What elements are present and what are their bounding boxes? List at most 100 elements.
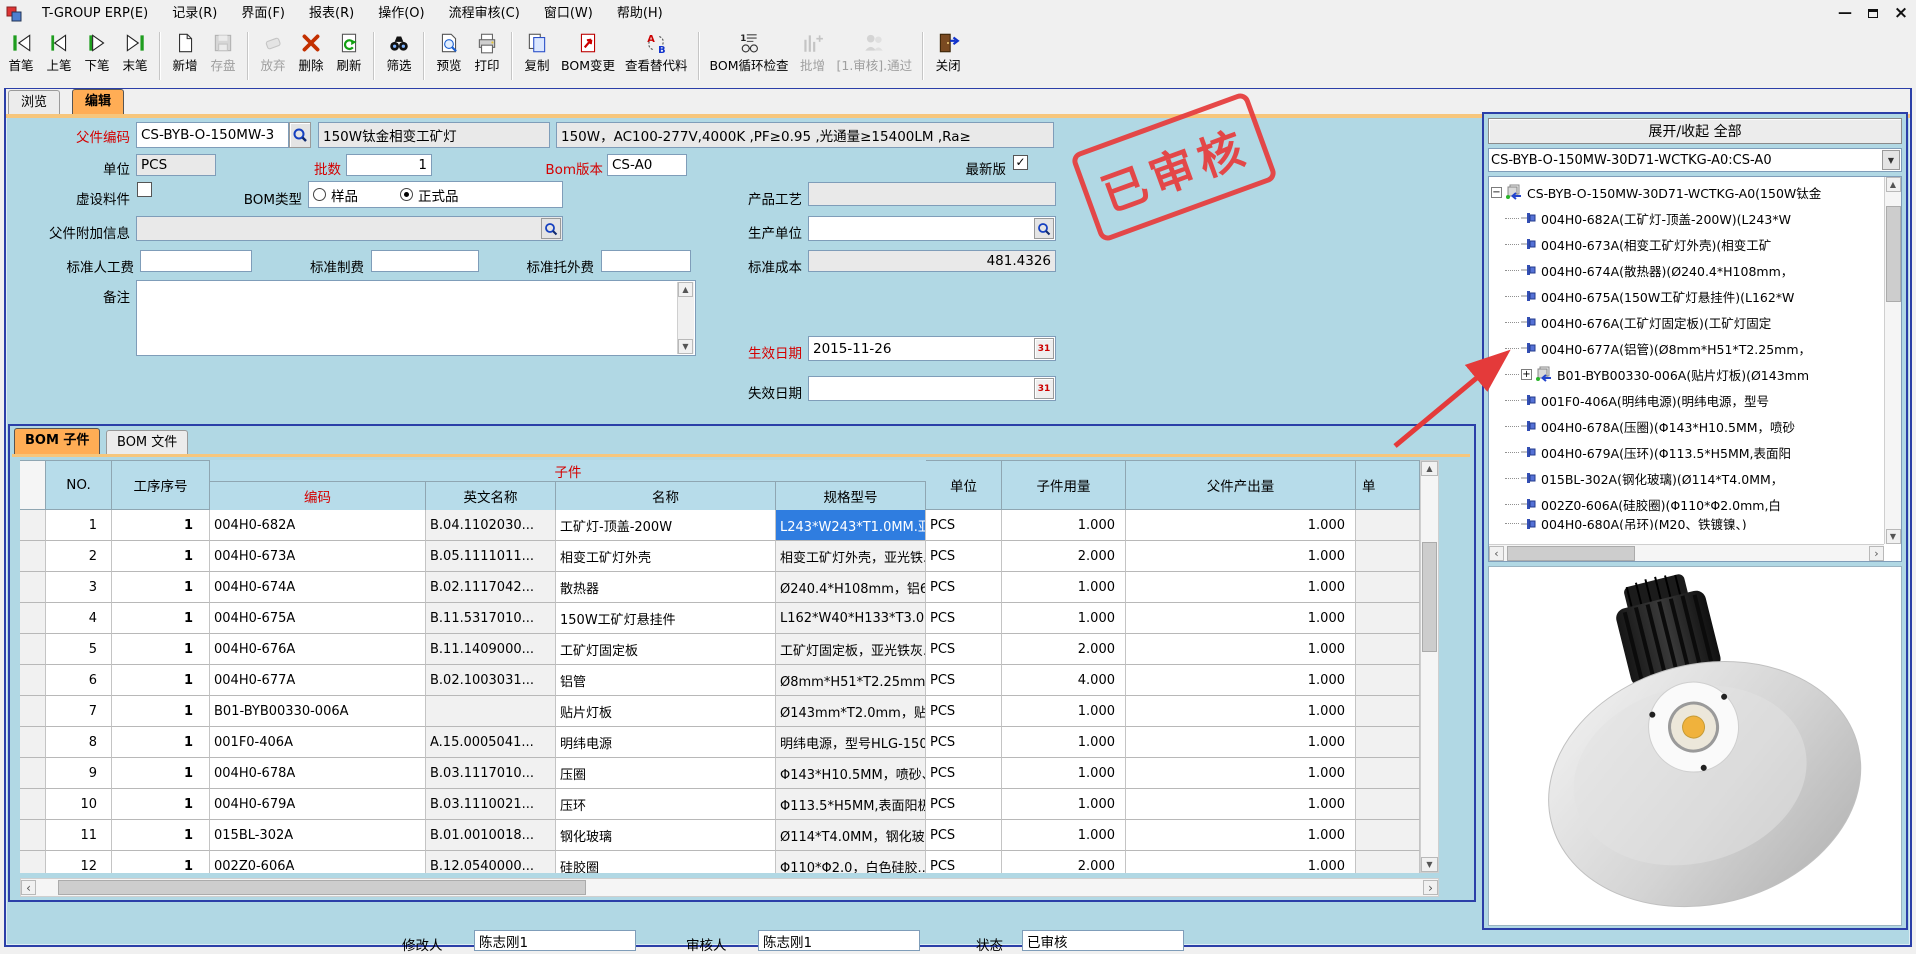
tree-item[interactable]: + B01-BYB00330-006A(贴片灯板)(Ø143mm bbox=[1491, 361, 1884, 387]
row-unit-cell[interactable]: PCS bbox=[926, 727, 1002, 758]
row-extra-cell[interactable] bbox=[1356, 727, 1420, 758]
table-row[interactable]: 8 1 001F0-406A A.15.0005041... 明纬电源 明纬电源… bbox=[20, 727, 1420, 758]
row-parent-qty-cell[interactable]: 1.000 bbox=[1126, 851, 1356, 873]
row-name-cell[interactable]: 钢化玻璃 bbox=[556, 820, 776, 851]
table-row[interactable]: 6 1 004H0-677A B.02.1003031... 铝管 Ø8mm*H… bbox=[20, 665, 1420, 696]
row-qty-cell[interactable]: 1.000 bbox=[1002, 820, 1126, 851]
bom-version-combobox[interactable]: CS-BYB-O-150MW-30D71-WCTKG-A0:CS-A0 ▼ bbox=[1488, 148, 1902, 172]
bom-type-sample-radio[interactable]: 样品 bbox=[313, 185, 358, 205]
row-extra-cell[interactable] bbox=[1356, 758, 1420, 789]
row-code-cell[interactable]: 004H0-674A bbox=[210, 572, 426, 603]
table-row[interactable]: 1 1 004H0-682A B.04.1102030... 工矿灯-顶盖-20… bbox=[20, 510, 1420, 541]
row-extra-cell[interactable] bbox=[1356, 820, 1420, 851]
add-button[interactable]: 新增 bbox=[166, 30, 204, 75]
tab-browse[interactable]: 浏览 bbox=[8, 90, 60, 114]
row-code-cell[interactable]: 004H0-679A bbox=[210, 789, 426, 820]
row-extra-cell[interactable] bbox=[1356, 603, 1420, 634]
batch-add-button[interactable]: 批增 bbox=[793, 30, 831, 75]
filter-button[interactable]: 筛选 bbox=[380, 30, 418, 75]
scroll-down-button[interactable]: ▼ bbox=[678, 339, 693, 354]
copy-button[interactable]: 复制 bbox=[518, 30, 556, 75]
row-indicator-cell[interactable] bbox=[20, 789, 46, 820]
row-name-cell[interactable]: 散热器 bbox=[556, 572, 776, 603]
tree-item[interactable]: + 004H0-676A(工矿灯固定板)(工矿灯固定 bbox=[1491, 309, 1884, 335]
row-extra-cell[interactable] bbox=[1356, 510, 1420, 541]
table-horizontal-scrollbar[interactable]: ‹ › bbox=[20, 878, 1439, 897]
tab-edit[interactable]: 编辑 bbox=[72, 89, 124, 114]
latest-version-checkbox[interactable]: ✓ bbox=[1013, 155, 1028, 170]
tree-item[interactable]: + 004H0-679A(压环)(Φ113.5*H5MM,表面阳 bbox=[1491, 439, 1884, 465]
row-no-cell[interactable]: 4 bbox=[46, 603, 112, 634]
tree-item[interactable]: + 002Z0-606A(硅胶圈)(Φ110*Φ2.0mm,白 bbox=[1491, 491, 1884, 517]
row-parent-qty-cell[interactable]: 1.000 bbox=[1126, 820, 1356, 851]
print-button[interactable]: 打印 bbox=[468, 30, 506, 75]
row-unit-cell[interactable]: PCS bbox=[926, 634, 1002, 665]
row-en-cell[interactable]: B.03.1110021... bbox=[426, 789, 556, 820]
prod-unit-search-button[interactable] bbox=[1034, 218, 1054, 239]
last-record-button[interactable]: 末笔 bbox=[116, 30, 154, 75]
labor-cost-input[interactable] bbox=[140, 250, 252, 272]
row-indicator-cell[interactable] bbox=[20, 665, 46, 696]
row-extra-cell[interactable] bbox=[1356, 541, 1420, 572]
menu-window[interactable]: 窗口(W) bbox=[532, 0, 605, 28]
audit-pass-button[interactable]: [1.审核].通过 bbox=[831, 30, 917, 75]
row-no-cell[interactable]: 7 bbox=[46, 696, 112, 727]
row-qty-cell[interactable]: 1.000 bbox=[1002, 696, 1126, 727]
bom-change-button[interactable]: BOM变更 bbox=[556, 30, 620, 75]
row-no-cell[interactable]: 12 bbox=[46, 851, 112, 873]
row-seq-cell[interactable]: 1 bbox=[112, 696, 210, 727]
row-extra-cell[interactable] bbox=[1356, 572, 1420, 603]
row-qty-cell[interactable]: 2.000 bbox=[1002, 541, 1126, 572]
row-unit-cell[interactable]: PCS bbox=[926, 665, 1002, 696]
row-indicator-cell[interactable] bbox=[20, 851, 46, 873]
row-en-cell[interactable]: B.02.1003031... bbox=[426, 665, 556, 696]
row-seq-cell[interactable]: 1 bbox=[112, 820, 210, 851]
row-spec-cell[interactable]: Φ110*Φ2.0，白色硅胶... bbox=[776, 851, 926, 873]
row-spec-cell[interactable]: 工矿灯固定板，亚光铁灰... bbox=[776, 634, 926, 665]
table-row[interactable]: 4 1 004H0-675A B.11.5317010... 150W工矿灯悬挂… bbox=[20, 603, 1420, 634]
row-indicator-cell[interactable] bbox=[20, 634, 46, 665]
delete-button[interactable]: 删除 bbox=[292, 30, 330, 75]
table-row[interactable]: 7 1 B01-BYB00330-006A 贴片灯板 Ø143mm*T2.0mm… bbox=[20, 696, 1420, 727]
row-spec-cell[interactable]: Φ143*H10.5MM，喷砂、... bbox=[776, 758, 926, 789]
row-extra-cell[interactable] bbox=[1356, 851, 1420, 873]
tab-bom-files[interactable]: BOM 文件 bbox=[106, 430, 188, 454]
scroll-right-button[interactable]: › bbox=[1423, 880, 1438, 895]
save-button[interactable]: 存盘 bbox=[204, 30, 242, 75]
row-en-cell[interactable]: B.02.1117042... bbox=[426, 572, 556, 603]
row-no-cell[interactable]: 6 bbox=[46, 665, 112, 696]
row-en-cell[interactable]: B.04.1102030... bbox=[426, 510, 556, 541]
row-name-cell[interactable]: 工矿灯-顶盖-200W bbox=[556, 510, 776, 541]
row-code-cell[interactable]: 004H0-677A bbox=[210, 665, 426, 696]
scrollbar-thumb[interactable] bbox=[58, 880, 586, 895]
row-spec-cell[interactable]: Ø240.4*H108mm，铝6063... bbox=[776, 572, 926, 603]
row-qty-cell[interactable]: 4.000 bbox=[1002, 665, 1126, 696]
row-en-cell[interactable]: B.01.0010018... bbox=[426, 820, 556, 851]
row-unit-cell[interactable]: PCS bbox=[926, 603, 1002, 634]
expand-collapse-all-button[interactable]: 展开/收起 全部 bbox=[1488, 118, 1902, 144]
row-name-cell[interactable]: 相变工矿灯外壳 bbox=[556, 541, 776, 572]
row-no-cell[interactable]: 8 bbox=[46, 727, 112, 758]
row-en-cell[interactable] bbox=[426, 696, 556, 727]
note-scrollbar[interactable]: ▲ ▼ bbox=[677, 282, 694, 354]
menu-tgroup-erp[interactable]: T-GROUP ERP(E) bbox=[30, 0, 160, 28]
bom-version-input[interactable]: CS-A0 bbox=[607, 154, 687, 176]
row-parent-qty-cell[interactable]: 1.000 bbox=[1126, 572, 1356, 603]
row-seq-cell[interactable]: 1 bbox=[112, 789, 210, 820]
scroll-up-button[interactable]: ▲ bbox=[1421, 461, 1438, 476]
row-spec-cell[interactable]: L162*W40*H133*T3.0MM,... bbox=[776, 603, 926, 634]
row-unit-cell[interactable]: PCS bbox=[926, 851, 1002, 873]
header-extra[interactable]: 单 bbox=[1356, 460, 1420, 510]
expire-date-input[interactable]: 31 bbox=[808, 376, 1056, 401]
row-no-cell[interactable]: 2 bbox=[46, 541, 112, 572]
menu-record[interactable]: 记录(R) bbox=[160, 0, 229, 28]
header-parent-qty[interactable]: 父件产出量 bbox=[1126, 460, 1356, 510]
row-unit-cell[interactable]: PCS bbox=[926, 541, 1002, 572]
row-no-cell[interactable]: 3 bbox=[46, 572, 112, 603]
row-no-cell[interactable]: 11 bbox=[46, 820, 112, 851]
header-qty[interactable]: 子件用量 bbox=[1002, 460, 1126, 510]
scrollbar-thumb[interactable] bbox=[1507, 546, 1635, 561]
scroll-left-button[interactable]: ‹ bbox=[1489, 546, 1504, 561]
menu-operation[interactable]: 操作(O) bbox=[366, 0, 436, 28]
batch-input[interactable]: 1 bbox=[346, 154, 432, 176]
